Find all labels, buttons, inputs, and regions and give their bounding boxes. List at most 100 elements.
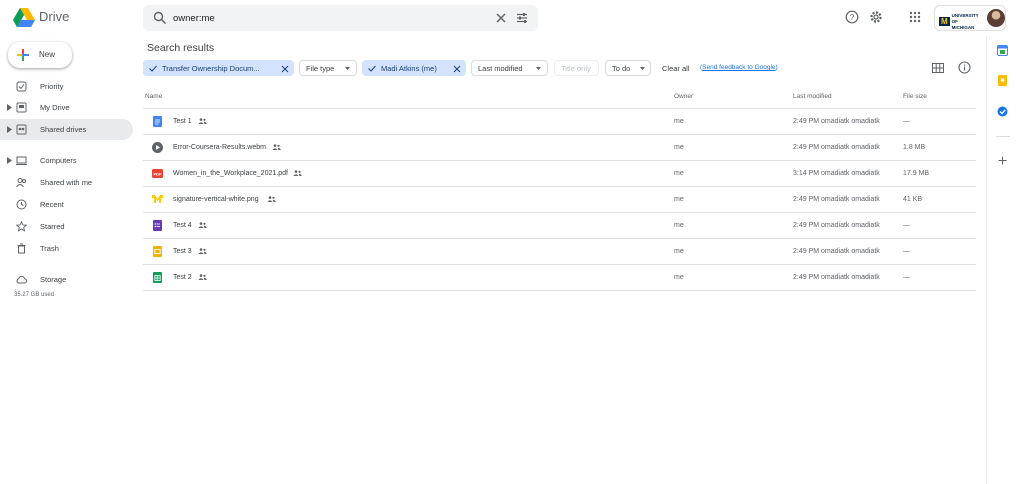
feedback-link[interactable]: (Send feedback to Google)	[700, 64, 778, 71]
chip-label: Transfer Ownership Docum...	[162, 64, 260, 73]
chip-label: Madi Atkins (me)	[381, 64, 437, 73]
sidebar-item-recent[interactable]: Recent	[0, 194, 133, 215]
table-row[interactable]: Test 2 me 2:49 PM omadiatk omadiatk —	[143, 265, 976, 291]
column-header-owner[interactable]: Owner	[674, 93, 693, 100]
cloud-icon	[16, 275, 27, 284]
tasks-icon[interactable]	[997, 106, 1008, 117]
sidebar-item-my-drive[interactable]: My Drive	[0, 97, 133, 118]
recent-icon	[16, 199, 27, 210]
file-owner: me	[674, 144, 684, 151]
computers-icon	[16, 156, 27, 165]
shared-people-icon	[272, 144, 281, 150]
file-owner: me	[674, 196, 684, 203]
sidebar-item-shared-drives[interactable]: Shared drives	[0, 119, 133, 140]
new-button[interactable]: New	[8, 42, 72, 68]
shared-people-icon	[198, 118, 207, 124]
search-options-icon[interactable]	[515, 11, 529, 25]
account-switcher[interactable]: MUNIVERSITY OF MICHIGAN	[934, 5, 1006, 31]
table-row[interactable]: signature-vertical-white.png me 2:49 PM …	[143, 187, 976, 213]
file-owner: me	[674, 118, 684, 125]
shared-people-icon	[267, 196, 276, 202]
search-box	[143, 5, 538, 31]
sidebar-item-priority[interactable]: Priority	[0, 76, 133, 97]
google-forms-icon	[153, 220, 162, 231]
table-row[interactable]: Test 4 me 2:49 PM omadiatk omadiatk —	[143, 213, 976, 239]
file-size: 41 KB	[903, 196, 923, 203]
drive-logo-icon[interactable]	[13, 8, 35, 27]
table-row[interactable]: PDF Women_in_the_Workplace_2021.pdf me 3…	[143, 161, 976, 187]
column-header-last-modified[interactable]: Last modified	[793, 93, 832, 100]
side-panel-rail	[986, 36, 1018, 484]
org-logo: MUNIVERSITY OF MICHIGAN	[939, 13, 979, 30]
calendar-icon[interactable]	[997, 45, 1008, 56]
divider	[996, 136, 1010, 137]
add-addon-icon[interactable]	[997, 155, 1008, 166]
storage-used-text: 35.27 GB used	[14, 292, 55, 298]
column-header-file-size[interactable]: File size	[903, 93, 927, 100]
dropdown-arrow-icon	[536, 67, 541, 70]
file-modified: 2:49 PM omadiatk omadiatk	[793, 222, 880, 229]
sidebar-item-storage[interactable]: Storage	[0, 269, 133, 290]
avatar[interactable]	[987, 9, 1005, 27]
svg-text:?: ?	[850, 13, 855, 22]
sidebar-item-shared-with-me[interactable]: Shared with me	[0, 172, 133, 193]
sidebar-item-starred[interactable]: Starred	[0, 216, 133, 237]
file-modified: 3:14 PM omadiatk omadiatk	[793, 170, 880, 177]
help-icon[interactable]: ?	[845, 10, 859, 24]
close-icon[interactable]	[453, 65, 461, 73]
sidebar-item-label: Storage	[40, 275, 67, 284]
file-size: 1.8 MB	[903, 144, 926, 151]
file-name: Women_in_the_Workplace_2021.pdf	[173, 170, 288, 177]
file-name: Test 2	[173, 274, 192, 281]
file-name: Test 4	[173, 222, 192, 229]
feedback-link-text[interactable]: Send feedback to Google	[702, 64, 775, 71]
chip-label: To do	[612, 64, 631, 73]
sidebar-item-computers[interactable]: Computers	[0, 150, 133, 171]
table-row[interactable]: Test 1 me 2:49 PM omadiatk omadiatk —	[143, 109, 976, 135]
expand-caret-icon[interactable]	[7, 126, 12, 133]
expand-caret-icon[interactable]	[7, 104, 12, 111]
search-input[interactable]	[173, 10, 473, 26]
shared-with-me-icon	[16, 178, 26, 188]
new-button-label: New	[39, 50, 56, 59]
file-modified: 2:49 PM omadiatk omadiatk	[793, 248, 880, 255]
clear-all-button[interactable]: Clear all	[662, 64, 690, 73]
shared-people-icon	[198, 274, 207, 280]
chip-to-do[interactable]: To do	[605, 60, 651, 76]
expand-caret-icon[interactable]	[7, 157, 12, 164]
sidebar-item-trash[interactable]: Trash	[0, 238, 133, 259]
file-size: 17.9 MB	[903, 170, 930, 177]
keep-icon[interactable]	[997, 75, 1008, 86]
file-size: —	[903, 118, 910, 125]
chip-transfer-ownership[interactable]: Transfer Ownership Docum...	[143, 60, 294, 76]
chip-person[interactable]: Madi Atkins (me)	[362, 60, 466, 76]
chip-label: Title only	[561, 64, 591, 73]
google-docs-icon	[153, 116, 162, 127]
gear-icon[interactable]	[869, 10, 883, 24]
check-icon	[149, 65, 157, 72]
sidebar-item-label: Trash	[40, 244, 59, 253]
close-icon[interactable]	[281, 65, 289, 73]
column-header-name[interactable]: Name	[145, 93, 162, 100]
chip-title-only[interactable]: Title only	[554, 60, 599, 76]
apps-grid-icon[interactable]	[908, 10, 922, 24]
shared-drives-icon	[16, 124, 27, 135]
file-name: Test 1	[173, 118, 192, 125]
search-icon[interactable]	[153, 11, 167, 25]
close-icon[interactable]	[494, 11, 508, 25]
table-row[interactable]: Error-Coursera-Results.webm me 2:49 PM o…	[143, 135, 976, 161]
info-icon[interactable]	[958, 61, 971, 74]
file-size: —	[903, 222, 910, 229]
pdf-file-icon: PDF	[152, 169, 163, 178]
table-row[interactable]: Test 3 me 2:49 PM omadiatk omadiatk —	[143, 239, 976, 265]
file-name: Test 3	[173, 248, 192, 255]
chip-last-modified[interactable]: Last modified	[471, 60, 548, 76]
page-title: Search results	[147, 42, 215, 54]
sidebar-item-label: My Drive	[40, 103, 70, 112]
grid-view-icon[interactable]	[932, 62, 944, 74]
chip-file-type[interactable]: File type	[299, 60, 357, 76]
my-drive-icon	[16, 102, 27, 113]
priority-icon	[16, 81, 27, 92]
google-sheets-icon	[153, 272, 162, 283]
check-icon	[368, 65, 376, 72]
